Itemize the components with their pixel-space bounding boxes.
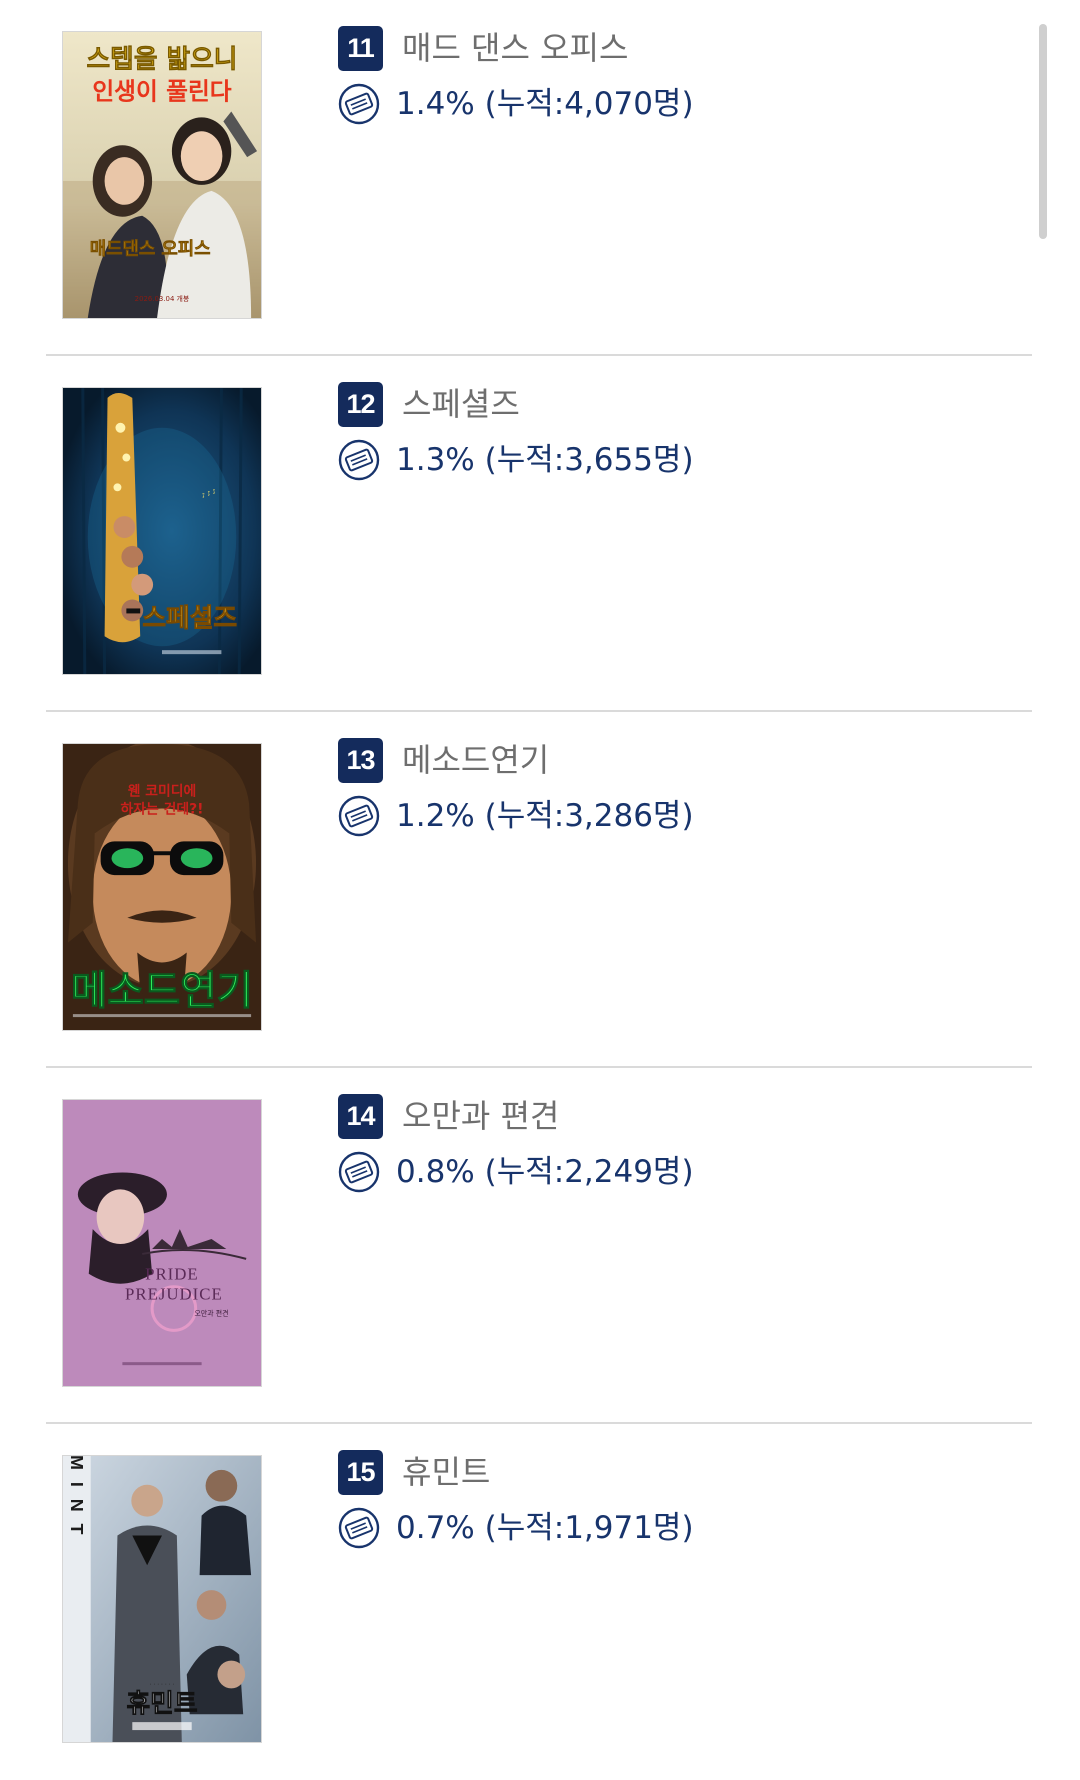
poster-headline-1: 웬 코미디에: [128, 784, 197, 800]
poster-date: 2026.03.04 개봉: [135, 294, 190, 303]
movie-title[interactable]: 휴민트: [402, 1450, 490, 1495]
movie-title[interactable]: 메소드연기: [402, 738, 549, 783]
poster-art-humint: HUMINT · · · · · · · 휴민트: [63, 1456, 261, 1742]
rank-badge: 13: [338, 738, 383, 783]
ticket-icon: [338, 83, 380, 125]
movie-row[interactable]: HUMINT · · · · · · · 휴민트 15 휴민트 0.7% (누적…: [46, 1424, 1032, 1780]
poster-art-method-acting: 웬 코미디에 하자는 건데?! 메소드연기: [63, 744, 261, 1030]
poster-image[interactable]: PRIDE PREJUDICE 오만과 편견: [62, 1099, 262, 1387]
movie-row[interactable]: PRIDE PREJUDICE 오만과 편견 14 오만과 편견 0.8% (누…: [46, 1068, 1032, 1424]
audience-share: 1.3% (누적:3,655명): [396, 442, 694, 478]
poster-image[interactable]: HUMINT · · · · · · · 휴민트: [62, 1455, 262, 1743]
svg-text:· · · · · · ·: · · · · · · ·: [150, 1681, 175, 1688]
ticket-icon: [338, 439, 380, 481]
movie-title[interactable]: 스페셜즈: [402, 382, 520, 427]
audience-share: 0.8% (누적:2,249명): [396, 1154, 694, 1190]
poster-image[interactable]: ♪ ♪ ♪ 스페셜즈: [62, 387, 262, 675]
poster-subtitle: 오만과 편견: [194, 1308, 228, 1317]
movie-title[interactable]: 오만과 편견: [402, 1094, 559, 1139]
poster-logo: 휴민트: [126, 1689, 197, 1719]
movie-row[interactable]: 웬 코미디에 하자는 건데?! 메소드연기 13 메소드연기 1.2% (누적:…: [46, 712, 1032, 1068]
poster-art-specials: ♪ ♪ ♪ 스페셜즈: [63, 388, 261, 674]
movie-row[interactable]: ♪ ♪ ♪ 스페셜즈 12 스페셜즈 1.3% (누적:3,655명): [46, 356, 1032, 712]
poster-logo-2: PREJUDICE: [125, 1285, 223, 1304]
rank-badge: 14: [338, 1094, 383, 1139]
scrollbar-thumb[interactable]: [1039, 24, 1047, 239]
poster-headline-2: 하자는 건데?!: [121, 800, 204, 817]
rank-badge: 15: [338, 1450, 383, 1495]
poster-image[interactable]: 스텝을 밟으니 인생이 풀린다 매드댄스 오피스 2026.03.04 개봉: [62, 31, 262, 319]
movie-title[interactable]: 매드 댄스 오피스: [402, 26, 628, 71]
poster-headline-1: 스텝을 밟으니: [87, 45, 238, 75]
ticket-icon: [338, 1151, 380, 1193]
audience-share: 1.4% (누적:4,070명): [396, 86, 694, 122]
poster-headline-2: 인생이 풀린다: [92, 77, 231, 105]
rank-badge: 11: [338, 26, 383, 71]
poster-side-title: HUMINT: [67, 1456, 87, 1546]
poster-art-pride-prejudice: PRIDE PREJUDICE 오만과 편견: [63, 1100, 261, 1386]
poster-logo: 매드댄스 오피스: [90, 238, 211, 259]
poster-logo: 메소드연기: [71, 968, 253, 1014]
movie-row[interactable]: 스텝을 밟으니 인생이 풀린다 매드댄스 오피스 2026.03.04 개봉 1…: [46, 0, 1032, 356]
poster-logo: 스페셜즈: [142, 603, 237, 633]
poster-art-mad-dance-office: 스텝을 밟으니 인생이 풀린다 매드댄스 오피스 2026.03.04 개봉: [63, 32, 261, 318]
ticket-icon: [338, 795, 380, 837]
audience-share: 0.7% (누적:1,971명): [396, 1510, 694, 1546]
rank-badge: 12: [338, 382, 383, 427]
poster-logo-1: PRIDE: [145, 1265, 199, 1284]
ticket-icon: [338, 1507, 380, 1549]
poster-image[interactable]: 웬 코미디에 하자는 건데?! 메소드연기: [62, 743, 262, 1031]
audience-share: 1.2% (누적:3,286명): [396, 798, 694, 834]
